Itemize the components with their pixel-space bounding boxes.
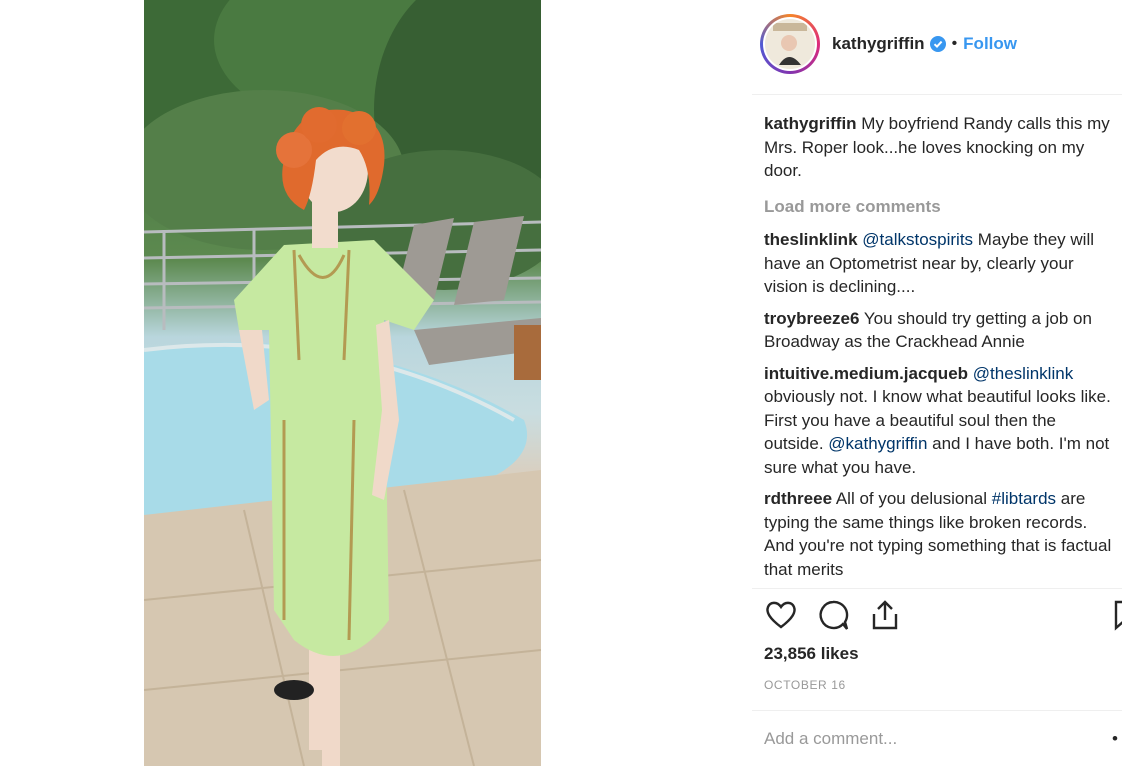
comments-list[interactable]: kathygriffin My boyfriend Randy calls th… bbox=[764, 112, 1120, 586]
username[interactable]: kathygriffin bbox=[832, 34, 925, 54]
comment-username[interactable]: troybreeze6 bbox=[764, 309, 859, 328]
divider bbox=[752, 588, 1122, 589]
divider bbox=[752, 94, 1122, 95]
comment-item: rdthreee All of you delusional #libtards… bbox=[764, 487, 1120, 581]
post-photo[interactable] bbox=[144, 0, 541, 766]
post-details-panel: kathygriffin • Follow kathygriffin My bo… bbox=[752, 0, 1122, 766]
post-image bbox=[144, 0, 541, 766]
avatar-illustration bbox=[765, 19, 815, 69]
comment-username[interactable]: intuitive.medium.jacqueb bbox=[764, 364, 968, 383]
heart-icon[interactable] bbox=[764, 598, 798, 637]
caption-username[interactable]: kathygriffin bbox=[764, 114, 857, 133]
comment-hashtag[interactable]: #libtards bbox=[992, 489, 1056, 508]
post-date: OCTOBER 16 bbox=[764, 678, 846, 692]
post-header: kathygriffin • Follow bbox=[760, 12, 1017, 76]
avatar-image bbox=[765, 19, 815, 69]
comment-item: intuitive.medium.jacqueb @theslinklink o… bbox=[764, 362, 1120, 480]
comment-item: theslinklink @talkstospirits Maybe they … bbox=[764, 228, 1120, 299]
avatar[interactable] bbox=[760, 14, 820, 74]
comment-username[interactable]: rdthreee bbox=[764, 489, 832, 508]
follow-button[interactable]: Follow bbox=[963, 34, 1017, 54]
likes-count[interactable]: 23,856 likes bbox=[764, 644, 859, 664]
separator-dot: • bbox=[951, 35, 958, 52]
share-icon[interactable] bbox=[868, 598, 902, 637]
divider bbox=[752, 710, 1122, 711]
comment-item: troybreeze6 You should try getting a job… bbox=[764, 307, 1120, 354]
comment-mention[interactable]: @theslinklink bbox=[973, 364, 1073, 383]
verified-badge-icon bbox=[929, 36, 946, 52]
action-bar bbox=[762, 598, 1122, 638]
comment-mention[interactable]: @kathygriffin bbox=[828, 434, 927, 453]
comment-username[interactable]: theslinklink bbox=[764, 230, 858, 249]
more-options-button[interactable]: • bbox=[1112, 729, 1118, 749]
comment-text: All of you delusional bbox=[835, 489, 992, 508]
caption: kathygriffin My boyfriend Randy calls th… bbox=[764, 112, 1120, 183]
avatar-frame bbox=[763, 17, 817, 71]
load-more-comments-button[interactable]: Load more comments bbox=[764, 195, 1120, 219]
comment-mention[interactable]: @talkstospirits bbox=[862, 230, 973, 249]
bookmark-icon[interactable] bbox=[1112, 598, 1122, 637]
comment-bubble-icon[interactable] bbox=[816, 598, 850, 637]
comment-input[interactable]: Add a comment... bbox=[764, 729, 897, 749]
